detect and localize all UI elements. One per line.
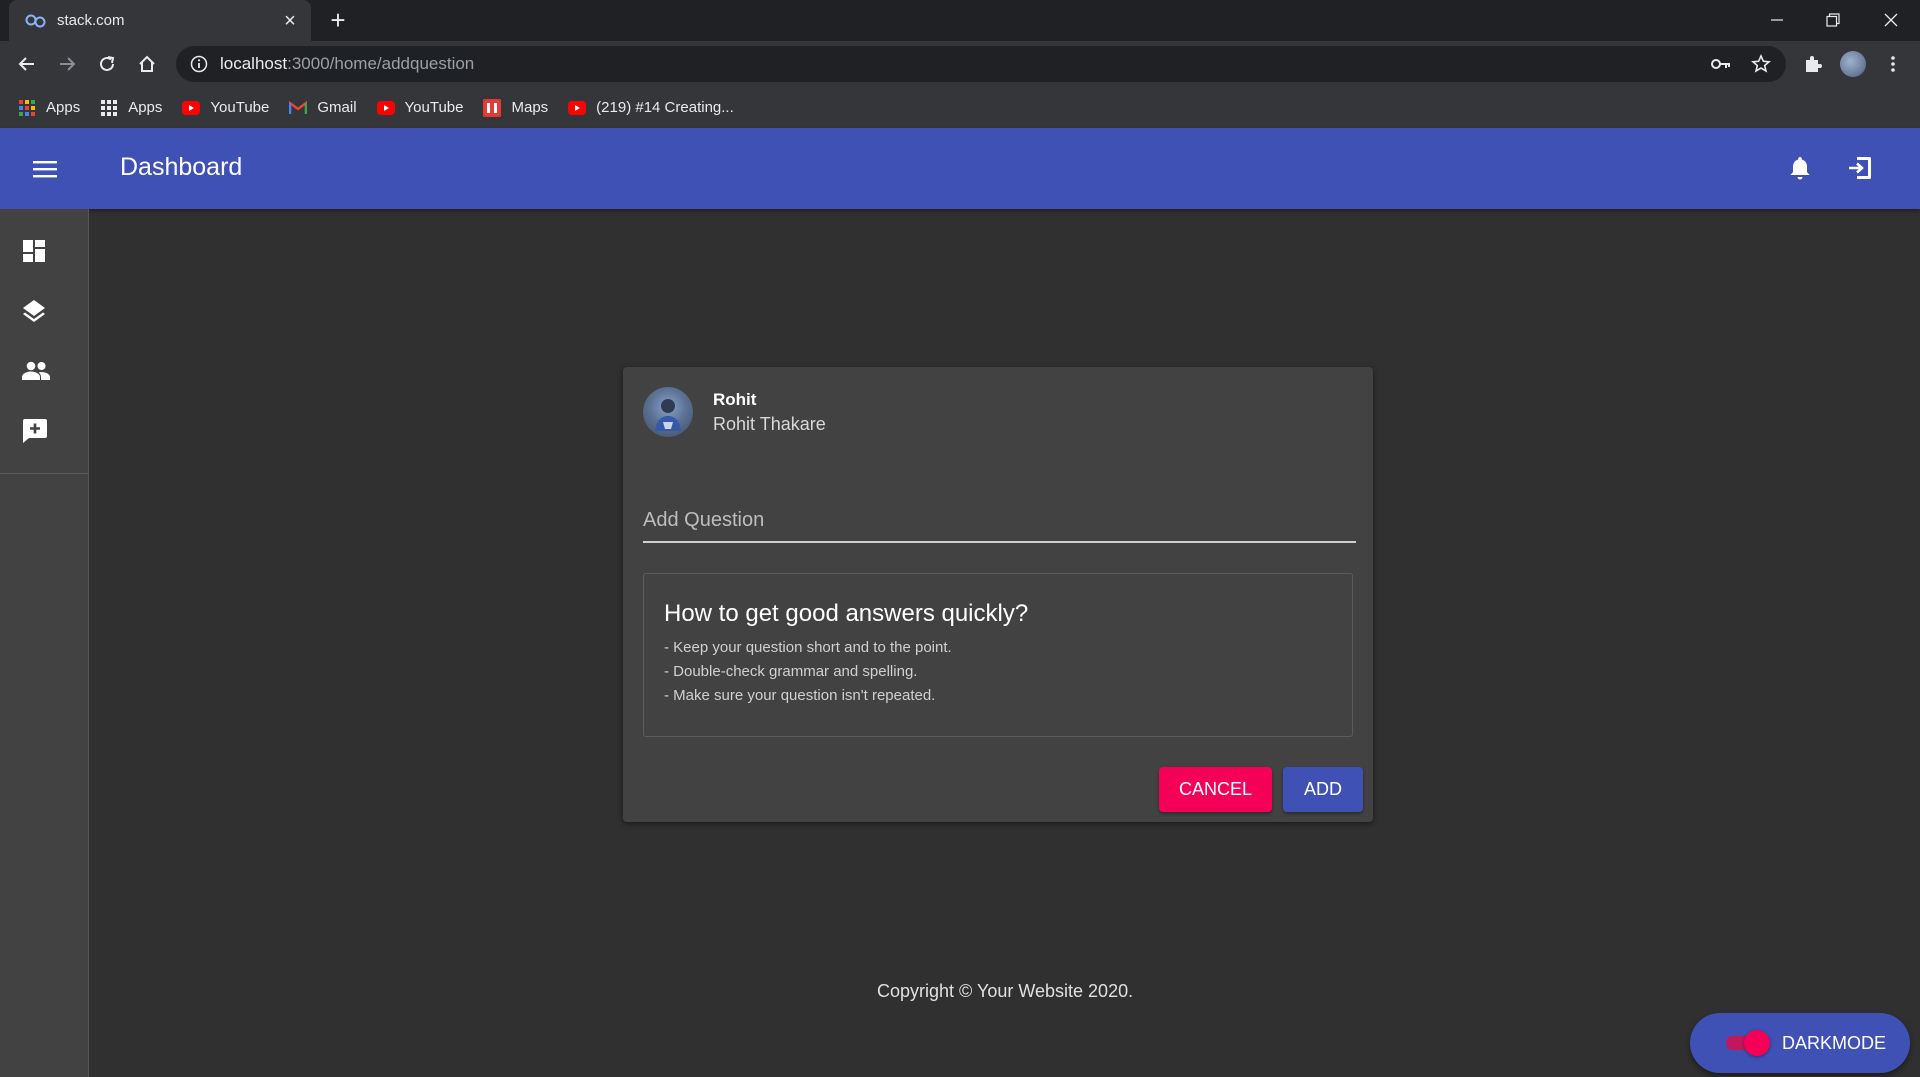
tip-item: - Make sure your question isn't repeated… [664,687,936,704]
bookmark-label: Gmail [317,99,357,116]
bookmark-label: YouTube [210,99,270,116]
browser-tab[interactable]: stack.com × [9,0,311,41]
switch-thumb [1744,1030,1770,1056]
browser-toolbar: localhost:3000/home/addquestion [0,41,1920,87]
darkmode-toggle[interactable]: DARKMODE [1690,1013,1910,1073]
sidebar-item-dashboard[interactable] [0,223,89,283]
browser-tabstrip: stack.com × + [0,0,1920,41]
address-bar[interactable]: localhost:3000/home/addquestion [176,46,1786,82]
sidebar-item-people[interactable] [0,343,89,403]
sidebar-item-add-question[interactable] [0,403,89,463]
user-name: Rohit [713,390,757,409]
bookmarks-bar: Apps Apps YouTube Gmail YouTube Maps (21… [0,87,1920,128]
profile-avatar[interactable] [1838,49,1868,79]
forward-button[interactable] [52,49,82,79]
app-header: Dashboard [0,128,1920,209]
layers-icon [22,299,46,328]
home-button[interactable] [132,49,162,79]
tab-title: stack.com [57,12,125,29]
question-field [643,495,1356,543]
bookmark-maps[interactable]: Maps [483,98,549,117]
footer-copyright: Copyright © Your Website 2020. [877,981,1134,1001]
bookmark-youtube-1[interactable]: YouTube [182,99,269,117]
cancel-button[interactable]: CANCEL [1159,767,1272,812]
password-key-icon[interactable] [1711,46,1731,82]
bookmark-label: Apps [128,99,163,116]
bookmark-label: Apps [46,99,81,116]
question-input[interactable] [643,495,1356,539]
reload-button[interactable] [92,49,122,79]
youtube-icon [182,99,201,117]
restore-button[interactable] [1818,6,1848,34]
add-question-card: Rohit Rohit Thakare How to get good answ… [623,367,1373,822]
darkmode-label: DARKMODE [1782,1032,1887,1053]
back-button[interactable] [12,49,42,79]
sidebar-list [0,209,88,474]
bookmark-youtube-3[interactable]: (219) #14 Creating... [568,99,734,117]
bookmark-label: YouTube [404,99,464,116]
tab-close-icon[interactable]: × [281,11,299,31]
bookmark-apps-2[interactable]: Apps [100,99,162,117]
site-info-icon[interactable] [190,55,208,73]
extensions-puzzle-icon[interactable] [1798,49,1828,79]
minimize-button[interactable] [1762,6,1792,34]
sidebar [0,209,89,1077]
tips-title: How to get good answers quickly? [664,600,1029,627]
apps-grid-icon [100,99,118,117]
bookmark-star-icon[interactable] [1751,46,1771,82]
youtube-icon [568,99,587,117]
bookmark-youtube-2[interactable]: YouTube [376,99,464,117]
darkmode-switch[interactable] [1726,1030,1770,1056]
youtube-icon [376,99,395,117]
notifications-bell-icon[interactable] [1782,150,1818,186]
add-comment-icon [22,418,48,449]
apps-grid-color-icon [18,99,36,117]
avatar [643,387,693,437]
add-button[interactable]: ADD [1283,767,1363,812]
tip-item: - Keep your question short and to the po… [664,639,952,656]
dashboard-icon [22,239,46,268]
url-host: localhost [220,54,288,73]
maps-icon [483,98,502,117]
people-icon [22,361,50,386]
gmail-icon [289,99,308,117]
browser-menu-icon[interactable] [1878,49,1908,79]
bookmark-label: (219) #14 Creating... [596,99,734,116]
sidebar-item-layers[interactable] [0,283,89,343]
close-window-button[interactable] [1876,6,1906,34]
tip-item: - Double-check grammar and spelling. [664,663,918,680]
site-favicon-icon [25,13,47,29]
bookmark-gmail[interactable]: Gmail [289,99,357,117]
bookmark-label: Maps [511,99,549,116]
url-path: :3000/home/addquestion [287,54,475,73]
logout-exit-icon[interactable] [1842,150,1878,186]
user-full-name: Rohit Thakare [713,414,826,434]
new-tab-button[interactable]: + [324,6,352,34]
menu-hamburger-icon[interactable] [28,152,62,186]
bookmark-apps-1[interactable]: Apps [18,99,80,117]
page-title: Dashboard [120,153,243,181]
tips-box: How to get good answers quickly? - Keep … [643,573,1353,737]
